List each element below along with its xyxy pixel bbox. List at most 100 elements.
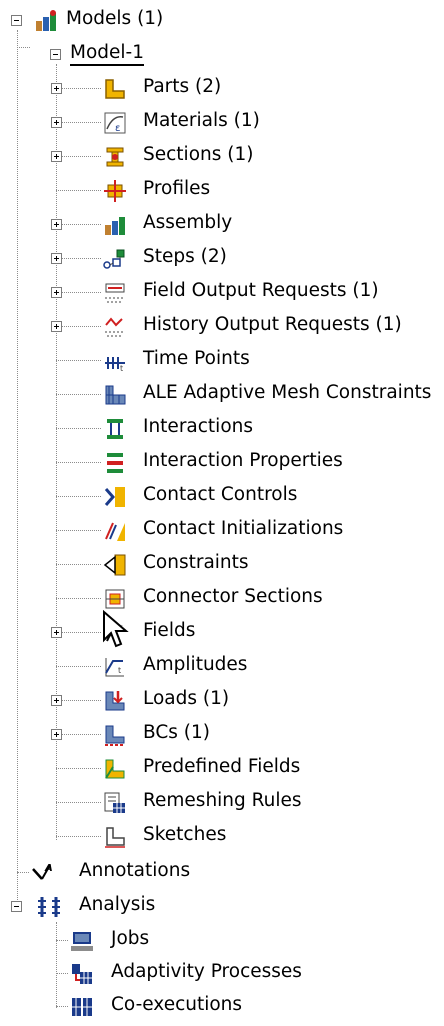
tree-node-constraints[interactable]: Constraints bbox=[0, 547, 444, 581]
tree-node-ale-adaptive-mesh-constraints[interactable]: ALE Adaptive Mesh Constraints bbox=[0, 377, 444, 411]
tree-line bbox=[56, 802, 101, 803]
annotations-icon: A bbox=[30, 861, 54, 885]
tree-line bbox=[56, 564, 101, 565]
tree-node-annotations[interactable]: A Annotations bbox=[0, 855, 444, 889]
tree-node-jobs[interactable]: Jobs bbox=[0, 923, 444, 957]
tree-node-parts[interactable]: Parts (2) bbox=[0, 71, 444, 105]
tree-node-models[interactable]: Models (1) bbox=[0, 3, 444, 37]
tree-line bbox=[56, 598, 101, 599]
tree-label: Fields bbox=[143, 620, 196, 641]
expand-toggle[interactable] bbox=[51, 287, 62, 298]
tree-label: Model-1 bbox=[70, 42, 144, 66]
tree-node-contact-initializations[interactable]: Contact Initializations bbox=[0, 513, 444, 547]
svg-text:A: A bbox=[44, 863, 53, 874]
tree-label: Field Output Requests (1) bbox=[143, 280, 379, 301]
history-output-icon bbox=[103, 315, 127, 339]
tree-line bbox=[56, 666, 101, 667]
adaptivity-processes-icon bbox=[70, 962, 94, 986]
expand-toggle[interactable] bbox=[51, 729, 62, 740]
contact-initializations-icon bbox=[103, 519, 127, 543]
collapse-toggle[interactable] bbox=[11, 901, 22, 912]
tree-label: Annotations bbox=[79, 860, 191, 881]
tree-node-time-points[interactable]: t Time Points bbox=[0, 343, 444, 377]
expand-toggle[interactable] bbox=[51, 83, 62, 94]
sketches-icon bbox=[103, 825, 127, 849]
tree-label: Contact Controls bbox=[143, 484, 298, 505]
tree-node-sections[interactable]: Sections (1) bbox=[0, 139, 444, 173]
tree-node-bcs[interactable]: BCs (1) bbox=[0, 717, 444, 751]
tree-label: Interaction Properties bbox=[143, 450, 343, 471]
tree-node-sketches[interactable]: Sketches bbox=[0, 819, 444, 853]
tree-label: Analysis bbox=[79, 894, 156, 915]
tree-node-profiles[interactable]: Profiles bbox=[0, 173, 444, 207]
tree-label: Interactions bbox=[143, 416, 254, 437]
analysis-icon bbox=[36, 895, 60, 919]
tree-label: Sketches bbox=[143, 824, 227, 845]
tree-label: Connector Sections bbox=[143, 586, 323, 607]
tree-label: Parts (2) bbox=[143, 76, 222, 97]
time-points-icon: t bbox=[103, 349, 127, 373]
tree-line bbox=[56, 530, 101, 531]
tree-node-interaction-properties[interactable]: Interaction Properties bbox=[0, 445, 444, 479]
tree-node-loads[interactable]: Loads (1) bbox=[0, 683, 444, 717]
tree-line bbox=[56, 836, 101, 837]
tree-node-field-output-requests[interactable]: Field Output Requests (1) bbox=[0, 275, 444, 309]
expand-toggle[interactable] bbox=[51, 117, 62, 128]
tree-label: Predefined Fields bbox=[143, 756, 301, 777]
tree-node-interactions[interactable]: Interactions bbox=[0, 411, 444, 445]
tree-node-history-output-requests[interactable]: History Output Requests (1) bbox=[0, 309, 444, 343]
tree-label: Constraints bbox=[143, 552, 249, 573]
tree-line bbox=[56, 700, 101, 701]
tree-line bbox=[56, 768, 101, 769]
tree-label: ALE Adaptive Mesh Constraints bbox=[143, 382, 432, 403]
tree-line bbox=[56, 462, 101, 463]
tree-label: Profiles bbox=[143, 178, 211, 199]
tree-label: Loads (1) bbox=[143, 688, 230, 709]
tree-label: Materials (1) bbox=[143, 110, 260, 131]
models-icon bbox=[34, 9, 58, 33]
tree-node-materials[interactable]: ε Materials (1) bbox=[0, 105, 444, 139]
expand-toggle[interactable] bbox=[51, 321, 62, 332]
profiles-icon bbox=[103, 179, 127, 203]
remeshing-rules-icon bbox=[103, 791, 127, 815]
tree-node-predefined-fields[interactable]: Predefined Fields bbox=[0, 751, 444, 785]
tree-node-steps[interactable]: Steps (2) bbox=[0, 241, 444, 275]
tree-label: Contact Initializations bbox=[143, 518, 344, 539]
svg-text:t: t bbox=[120, 364, 123, 373]
expand-toggle[interactable] bbox=[51, 151, 62, 162]
tree-node-contact-controls[interactable]: Contact Controls bbox=[0, 479, 444, 513]
tree-label: Models (1) bbox=[66, 8, 164, 29]
tree-line bbox=[56, 394, 101, 395]
tree-node-remeshing-rules[interactable]: Remeshing Rules bbox=[0, 785, 444, 819]
collapse-toggle[interactable] bbox=[50, 49, 61, 60]
tree-node-model-1[interactable]: Model-1 bbox=[0, 37, 444, 71]
expand-toggle[interactable] bbox=[51, 695, 62, 706]
svg-text:ε: ε bbox=[115, 123, 120, 134]
expand-toggle[interactable] bbox=[51, 253, 62, 264]
tree-node-adaptivity-processes[interactable]: Adaptivity Processes bbox=[0, 956, 444, 990]
loads-icon bbox=[103, 689, 127, 713]
assembly-icon bbox=[103, 213, 127, 237]
parts-icon bbox=[103, 77, 127, 101]
co-executions-icon bbox=[70, 995, 94, 1019]
tree-line bbox=[56, 292, 101, 293]
amplitudes-icon: t bbox=[103, 655, 127, 679]
mouse-pointer-icon bbox=[103, 610, 129, 648]
expand-toggle[interactable] bbox=[51, 627, 62, 638]
sections-icon bbox=[103, 145, 127, 169]
connector-sections-icon bbox=[103, 587, 127, 611]
constraints-icon bbox=[103, 553, 127, 577]
tree-line bbox=[56, 734, 101, 735]
tree-node-assembly[interactable]: Assembly bbox=[0, 207, 444, 241]
contact-controls-icon bbox=[103, 485, 127, 509]
collapse-toggle[interactable] bbox=[11, 15, 22, 26]
tree-node-connector-sections[interactable]: Connector Sections bbox=[0, 581, 444, 615]
interactions-icon bbox=[103, 417, 127, 441]
tree-node-amplitudes[interactable]: t Amplitudes bbox=[0, 649, 444, 683]
tree-line bbox=[56, 326, 101, 327]
tree-node-co-executions[interactable]: Co-executions bbox=[0, 989, 444, 1023]
tree-node-analysis[interactable]: Analysis bbox=[0, 889, 444, 923]
tree-node-fields[interactable]: xFields bbox=[0, 615, 444, 649]
tree-line bbox=[56, 360, 101, 361]
expand-toggle[interactable] bbox=[51, 219, 62, 230]
